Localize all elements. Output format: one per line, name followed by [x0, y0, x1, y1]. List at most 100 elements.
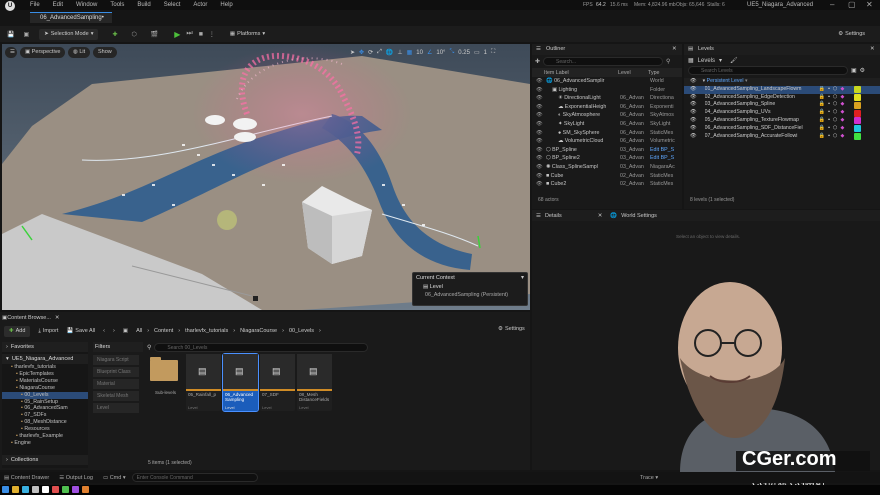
level-color-swatch[interactable] [854, 101, 862, 109]
visibility-eye-icon[interactable]: 👁 [536, 163, 546, 172]
grid-snap-value[interactable]: 10 [416, 50, 423, 56]
eye-icon[interactable]: 👁 [690, 86, 697, 94]
content-drawer-button[interactable]: ▤ Content Drawer [4, 475, 49, 481]
cmd-button[interactable]: ▭ Cmd ▾ [103, 475, 126, 481]
color-picker-icon[interactable]: ◆ [840, 94, 844, 102]
levels-tab[interactable]: ▤ Levels ✕ [684, 44, 880, 55]
save-icon[interactable]: ▪ [828, 133, 830, 141]
outliner-row[interactable]: 👁 ■ Cube2 02_Advan StaticMes [532, 180, 682, 189]
asset-tile[interactable]: ▤ 06_Advanced Sampling Level [222, 353, 259, 412]
angle-snap-icon[interactable]: ∠ [427, 49, 432, 56]
col-level[interactable]: Level [618, 70, 648, 76]
menu-item-select[interactable]: Select [164, 2, 181, 8]
play-icon[interactable]: ▶ [174, 30, 180, 39]
close-icon[interactable]: ✕ [866, 0, 873, 9]
eye-icon[interactable]: 👁 [690, 101, 697, 109]
outliner-row[interactable]: 👁 ▣ Lighting Folder [532, 86, 682, 95]
blueprint-icon[interactable]: ⬡ [833, 86, 838, 94]
history-back-icon[interactable]: ‹ [103, 328, 105, 334]
visibility-eye-icon[interactable]: 👁 [536, 154, 546, 163]
menu-item-build[interactable]: Build [137, 2, 150, 8]
history-forward-icon[interactable]: › [113, 328, 115, 334]
minimize-icon[interactable]: – [830, 0, 834, 9]
outliner-row[interactable]: 👁 ☁ VolumetricCloud 06_Advan Volumetric [532, 137, 682, 146]
show-button[interactable]: Show [93, 47, 117, 58]
folder-tree-item[interactable]: ▪ NiagaraCourse [2, 385, 88, 392]
folder-tree-item[interactable]: ▪ MaterialsCourse [2, 378, 88, 385]
folder-tree-item[interactable]: ▪ 07_SDFs [2, 412, 88, 419]
chevron-down-icon[interactable]: ▾ [719, 57, 722, 64]
level-color-swatch[interactable] [854, 86, 862, 94]
visibility-eye-icon[interactable]: 👁 [536, 111, 546, 120]
paint-icon[interactable]: 🖌 [730, 57, 738, 64]
breadcrumb-item[interactable]: NiagaraCourse [240, 328, 277, 334]
outliner-row[interactable]: 👁 ⬡ BP_Spline2 03_Advan Edit BP_S [532, 154, 682, 163]
folder-tree-item[interactable]: ▪ 06_AdvancedSam [2, 405, 88, 412]
color-picker-icon[interactable]: ◆ [840, 133, 844, 141]
outliner-tab[interactable]: ☰ Outliner ✕ [532, 44, 682, 55]
outliner-row[interactable]: 👁 🌐 06_AdvancedSamplir World [532, 77, 682, 86]
close-icon[interactable]: ✕ [55, 315, 60, 321]
collections-header[interactable]: › Collections [2, 455, 88, 465]
context-level-value[interactable]: 06_AdvancedSampling (Persistent) [413, 291, 527, 299]
menu-item-edit[interactable]: Edit [53, 2, 63, 8]
visibility-eye-icon[interactable]: 👁 [536, 94, 546, 103]
eye-icon[interactable]: 👁 [690, 78, 697, 84]
close-icon[interactable]: ✕ [672, 44, 677, 55]
taskbar-unreal-icon[interactable] [42, 486, 49, 493]
scale-snap-icon[interactable]: ⤡ [449, 49, 454, 56]
visibility-eye-icon[interactable]: 👁 [536, 120, 546, 129]
select-tool-icon[interactable]: ➤ [350, 49, 355, 56]
blueprint-icon[interactable]: ⬡ [833, 125, 838, 133]
level-tab[interactable]: 06_AdvancedSampling• [30, 12, 112, 23]
lock-icon[interactable]: 🔒 [819, 109, 825, 117]
eye-icon[interactable]: 👁 [690, 125, 697, 133]
camera-speed-value[interactable]: 1 [484, 50, 487, 56]
lock-icon[interactable]: 🔒 [819, 125, 825, 133]
menu-item-file[interactable]: File [30, 2, 40, 8]
persistent-level-row[interactable]: 👁 ▾ Persistent Level ▾ [684, 78, 880, 86]
levels-dropdown[interactable]: Levels [698, 58, 715, 64]
settings-icon[interactable]: ⚙ [860, 67, 865, 74]
taskbar-app1-icon[interactable] [52, 486, 59, 493]
add-icon[interactable]: ✚ [535, 58, 540, 65]
level-row[interactable]: 👁 07_AdvancedSampling_AccurateFollowi 🔒 ▪ ⬡ ◆ [684, 133, 880, 141]
taskbar-app2-icon[interactable] [62, 486, 69, 493]
grid-snap-icon[interactable]: ▦ [407, 49, 413, 56]
taskbar-start-icon[interactable] [2, 486, 9, 493]
filter-item[interactable]: Skeletal Mesh [93, 391, 139, 401]
selection-mode-button[interactable]: ➤ Selection Mode ▾ [39, 28, 99, 40]
level-row[interactable]: 👁 05_AdvancedSampling_TextureFlowmap 🔒 ▪ ⬡ ◆ [684, 117, 880, 125]
outliner-row[interactable]: 👁 ☁ ExponentialHeigh 06_Advan Exponenti [532, 103, 682, 112]
eye-icon[interactable]: 👁 [690, 117, 697, 125]
level-row[interactable]: 👁 01_AdvancedSampling_LandscapeFlowm 🔒 ▪ ⬡ ◆ [684, 85, 880, 94]
col-item-label[interactable]: Item Label [544, 70, 618, 76]
visibility-eye-icon[interactable]: 👁 [536, 137, 546, 146]
visibility-eye-icon[interactable]: 👁 [536, 129, 546, 138]
close-icon[interactable]: ✕ [870, 44, 875, 55]
blueprint-icon[interactable]: ⬡ [833, 133, 838, 141]
breadcrumb-item[interactable]: Content [154, 328, 173, 334]
filter-item[interactable]: Blueprint Class [93, 367, 139, 377]
asset-search-input[interactable]: Search 00_Levels [154, 343, 369, 352]
outliner-search-input[interactable]: Search... [543, 57, 664, 66]
blueprint-icon[interactable]: ⬡ [833, 109, 838, 117]
levels-search-input[interactable]: Search Levels [688, 66, 848, 75]
level-viewport[interactable]: ☰ ▣ Perspective ◍ Lit Show ➤ ✥ ⟳ ⤢ 🌐 ⊥ ▦… [2, 44, 530, 310]
menu-item-tools[interactable]: Tools [110, 2, 124, 8]
step-icon[interactable]: ⏭ [186, 30, 192, 38]
lit-button[interactable]: ◍ Lit [68, 47, 91, 58]
maximize-icon[interactable]: ▢ [848, 0, 856, 9]
folder-icon[interactable]: ▣ [851, 67, 857, 74]
rotate-tool-icon[interactable]: ⟳ [368, 49, 373, 56]
sublevels-folder[interactable]: Sub-levels [148, 354, 182, 399]
outliner-row[interactable]: 👁 ✦ SkyLight 06_Advan SkyLight [532, 120, 682, 129]
folder-tree-item[interactable]: ▪ 05_RainSetup [2, 399, 88, 406]
angle-snap-value[interactable]: 10° [436, 50, 445, 56]
eye-icon[interactable]: 👁 [690, 94, 697, 102]
outliner-row[interactable]: 👁 ◐ SkyAtmosphere 06_Advan SkyAtmos [532, 111, 682, 120]
visibility-eye-icon[interactable]: 👁 [536, 172, 546, 181]
perspective-button[interactable]: ▣ Perspective [20, 47, 66, 58]
taskbar-app4-icon[interactable] [82, 486, 89, 493]
console-input[interactable]: Enter Console Command [131, 473, 258, 482]
